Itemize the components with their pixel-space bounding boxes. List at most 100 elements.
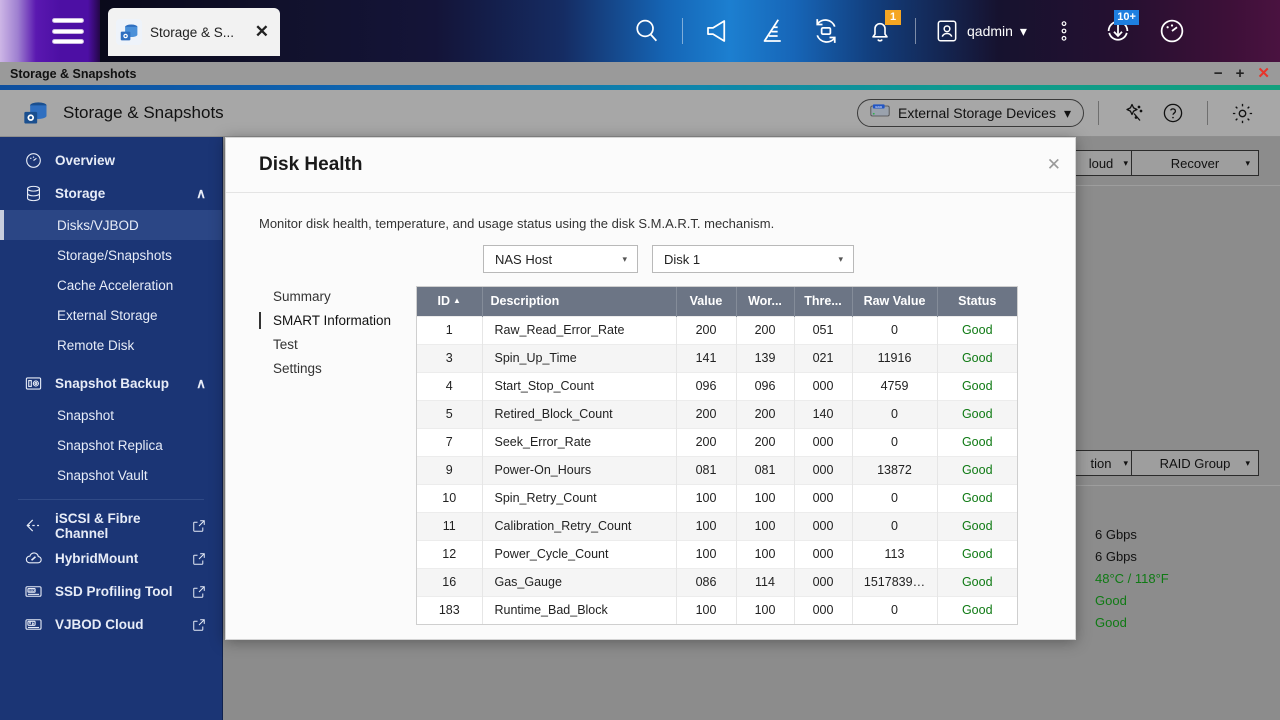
tab-test[interactable]: Test (259, 334, 416, 355)
cell-id: 16 (417, 568, 482, 596)
sidebar-item-hybridmount[interactable]: HybridMount (0, 542, 222, 575)
sidebar-item-label: Snapshot Replica (57, 438, 163, 453)
cell-threshold: 000 (794, 456, 852, 484)
table-row[interactable]: 11Calibration_Retry_Count1001000000Good (417, 512, 1017, 540)
tab-smart-information[interactable]: SMART Information (259, 310, 416, 331)
toolbar-divider (1063, 485, 1280, 486)
recover-dropdown-button[interactable]: Recover ▾ (1131, 150, 1259, 176)
tab-label: Test (273, 337, 298, 352)
external-link-icon (192, 552, 206, 566)
tab-summary[interactable]: Summary (259, 286, 416, 307)
sidebar-item-cache-acceleration[interactable]: Cache Acceleration (0, 270, 222, 300)
cell-threshold: 000 (794, 596, 852, 624)
sidebar-item-remote-disk[interactable]: Remote Disk (0, 330, 222, 360)
resource-monitor-icon[interactable] (745, 0, 799, 62)
external-storage-devices-button[interactable]: RAID External Storage Devices ▾ (857, 99, 1084, 127)
table-body: 1Raw_Read_Error_Rate2002000510Good3Spin_… (417, 316, 1017, 624)
table-row[interactable]: 10Spin_Retry_Count1001000000Good (417, 484, 1017, 512)
sidebar-item-iscsi-fibre-channel[interactable]: iSCSI & Fibre Channel (0, 509, 222, 542)
sidebar-item-label: External Storage (57, 308, 158, 323)
external-link-icon (192, 585, 206, 599)
cell-worst: 114 (736, 568, 794, 596)
close-icon[interactable]: ✕ (1047, 155, 1061, 175)
hamburger-line (52, 39, 84, 44)
sidebar-item-snapshot-backup[interactable]: Snapshot Backup ∧ (0, 367, 222, 400)
user-menu-button[interactable]: qadmin ▾ (924, 0, 1037, 62)
os-bar-purple-accent (0, 0, 100, 62)
table-row[interactable]: 3Spin_Up_Time14113902111916Good (417, 344, 1017, 372)
cell-worst: 100 (736, 596, 794, 624)
table-row[interactable]: 5Retired_Block_Count2002001400Good (417, 400, 1017, 428)
sidebar-item-ssd-profiling-tool[interactable]: SSD SSD Profiling Tool (0, 575, 222, 608)
column-header-status[interactable]: Status (937, 287, 1017, 316)
sidebar-item-disks-vjbod[interactable]: Disks/VJBOD (0, 210, 222, 240)
backup-sync-icon[interactable] (799, 0, 853, 62)
table-row[interactable]: 183Runtime_Bad_Block1001000000Good (417, 596, 1017, 624)
notification-bell-icon[interactable]: 1 (853, 0, 907, 62)
column-header-raw-value[interactable]: Raw Value (852, 287, 937, 316)
host-select[interactable]: NAS Host ▾ (483, 245, 638, 273)
disk-select[interactable]: Disk 1 ▾ (652, 245, 854, 273)
disk-temperature-value: 48°C / 118°F (1095, 571, 1169, 586)
table-row[interactable]: 7Seek_Error_Rate2002000000Good (417, 428, 1017, 456)
cell-status: Good (937, 372, 1017, 400)
vjbod-cloud-icon (22, 614, 44, 636)
os-bar-divider (915, 18, 916, 44)
help-icon[interactable] (1158, 98, 1188, 128)
search-icon[interactable] (620, 0, 674, 62)
app-tab-close-icon[interactable]: ✕ (252, 22, 272, 42)
sidebar-item-vjbod-cloud[interactable]: VJBOD Cloud (0, 608, 222, 641)
sidebar-item-snapshot-vault[interactable]: Snapshot Vault (0, 460, 222, 490)
cell-worst: 096 (736, 372, 794, 400)
cell-description: Runtime_Bad_Block (482, 596, 676, 624)
dialog-header: Disk Health ✕ (226, 138, 1075, 193)
download-center-icon[interactable]: 10+ (1091, 0, 1145, 62)
tab-settings[interactable]: Settings (259, 358, 416, 379)
sidebar-navigation: Overview Storage ∧ Disks/VJBOD Storage/S… (0, 137, 223, 720)
cell-status: Good (937, 540, 1017, 568)
smart-attributes-table: ID▲ Description Value Wor... Thre... Raw… (416, 286, 1018, 625)
window-minimize-button[interactable]: − (1214, 66, 1223, 81)
cell-raw-value: 0 (852, 596, 937, 624)
window-maximize-button[interactable]: + (1236, 66, 1245, 81)
header-divider (1207, 101, 1208, 125)
sidebar-item-snapshot-replica[interactable]: Snapshot Replica (0, 430, 222, 460)
table-row[interactable]: 16Gas_Gauge0861140001517839…Good (417, 568, 1017, 596)
page-title: Storage & Snapshots (63, 103, 224, 123)
sort-ascending-icon: ▲ (453, 296, 461, 305)
raid-group-dropdown-button[interactable]: RAID Group ▾ (1131, 450, 1259, 476)
sidebar-item-external-storage[interactable]: External Storage (0, 300, 222, 330)
column-header-threshold[interactable]: Thre... (794, 287, 852, 316)
column-header-id[interactable]: ID▲ (417, 287, 482, 316)
cell-id: 9 (417, 456, 482, 484)
settings-gear-icon[interactable] (1227, 98, 1257, 128)
column-header-value[interactable]: Value (676, 287, 736, 316)
sidebar-item-snapshot[interactable]: Snapshot (0, 400, 222, 430)
cell-status: Good (937, 484, 1017, 512)
external-link-icon (192, 618, 206, 632)
table-row[interactable]: 1Raw_Read_Error_Rate2002000510Good (417, 316, 1017, 344)
storage-wizard-icon[interactable] (1118, 98, 1148, 128)
tab-label: Summary (273, 289, 331, 304)
window-close-button[interactable]: ✕ (1257, 66, 1270, 81)
column-header-description[interactable]: Description (482, 287, 676, 316)
cell-description: Calibration_Retry_Count (482, 512, 676, 540)
dialog-title: Disk Health (259, 154, 362, 176)
table-row[interactable]: 12Power_Cycle_Count100100000113Good (417, 540, 1017, 568)
table-row[interactable]: 4Start_Stop_Count0960960004759Good (417, 372, 1017, 400)
sidebar-item-storage-snapshots[interactable]: Storage/Snapshots (0, 240, 222, 270)
announcement-icon[interactable] (691, 0, 745, 62)
cell-id: 12 (417, 540, 482, 568)
table-row[interactable]: 9Power-On_Hours08108100013872Good (417, 456, 1017, 484)
more-options-icon[interactable] (1037, 0, 1091, 62)
sidebar-item-storage[interactable]: Storage ∧ (0, 177, 222, 210)
column-header-worst[interactable]: Wor... (736, 287, 794, 316)
dashboard-icon[interactable] (1145, 0, 1199, 62)
chevron-up-icon: ∧ (196, 376, 206, 392)
sidebar-item-overview[interactable]: Overview (0, 144, 222, 177)
app-tab-storage-snapshots[interactable]: Storage & S... ✕ (108, 8, 280, 56)
iscsi-icon (22, 515, 44, 537)
cell-value: 100 (676, 540, 736, 568)
main-menu-hamburger-button[interactable] (52, 18, 84, 44)
cell-description: Power_Cycle_Count (482, 540, 676, 568)
